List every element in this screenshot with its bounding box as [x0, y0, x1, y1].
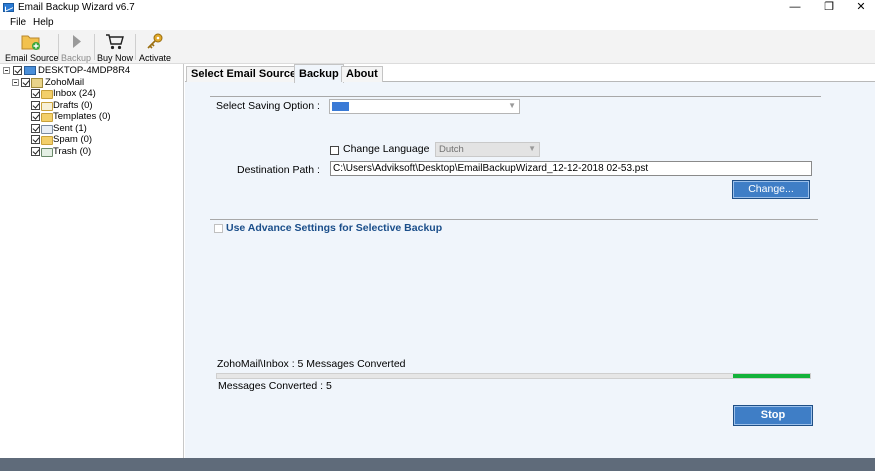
- advance-settings-label[interactable]: Use Advance Settings for Selective Backu…: [226, 222, 442, 234]
- toolbar: Email Source Backup Buy Now Activate: [0, 30, 875, 64]
- key-icon: [147, 33, 163, 49]
- tree-root[interactable]: DESKTOP-4MDP8R4: [3, 65, 183, 77]
- saving-option-select[interactable]: ▼: [329, 99, 520, 114]
- window-title: Email Backup Wizard v6.7: [18, 2, 135, 13]
- toolbar-divider: [58, 34, 59, 60]
- conversion-status-text: ZohoMail\Inbox : 5 Messages Converted: [217, 358, 406, 370]
- tree-account-checkbox[interactable]: [21, 78, 30, 87]
- email-source-button[interactable]: Email Source: [5, 32, 59, 64]
- advance-settings-checkbox[interactable]: [214, 224, 223, 233]
- stop-button[interactable]: Stop: [733, 405, 813, 426]
- toolbar-divider: [135, 34, 136, 60]
- tree-folder-spam[interactable]: Spam (0): [31, 134, 181, 146]
- chevron-down-icon: ▼: [528, 144, 536, 153]
- backup-button[interactable]: Backup: [60, 32, 92, 64]
- destination-path-label: Destination Path :: [237, 164, 320, 176]
- backup-tab-content: Select Saving Option : ▼ Change Language…: [185, 83, 875, 458]
- tab-about[interactable]: About: [341, 66, 383, 82]
- conversion-progress-bar: [216, 373, 811, 379]
- drafts-folder-icon: [41, 102, 53, 111]
- tree-root-label: DESKTOP-4MDP8R4: [38, 65, 131, 76]
- language-select-value: Dutch: [439, 144, 464, 155]
- tab-strip: Select Email Source Backup About: [185, 64, 875, 83]
- main-panel: Select Email Source Backup About Select …: [185, 64, 875, 458]
- tree-root-checkbox[interactable]: [13, 66, 22, 75]
- activate-button[interactable]: Activate: [138, 32, 172, 64]
- messages-converted-count: Messages Converted : 5: [218, 380, 332, 392]
- chevron-down-icon: ▼: [508, 101, 516, 110]
- menu-help[interactable]: Help: [33, 17, 54, 28]
- minimize-button[interactable]: —: [780, 0, 810, 16]
- spam-label: Spam (0): [53, 134, 93, 145]
- change-path-button[interactable]: Change...: [732, 180, 810, 199]
- templates-label: Templates (0): [53, 111, 111, 122]
- language-select[interactable]: Dutch ▼: [435, 142, 540, 157]
- collapse-icon[interactable]: [12, 79, 19, 86]
- buy-now-label: Buy Now: [97, 53, 134, 63]
- mailbox-icon: [31, 78, 43, 88]
- title-bar: Email Backup Wizard v6.7 — ❐ ✕: [0, 0, 875, 16]
- section-divider: [210, 219, 818, 220]
- menu-bar: File Help: [0, 16, 875, 30]
- tree-folder-trash[interactable]: Trash (0): [31, 146, 181, 158]
- sent-folder-icon: [41, 125, 53, 134]
- menu-file[interactable]: File: [10, 17, 26, 28]
- close-button[interactable]: ✕: [846, 0, 875, 16]
- play-arrow-icon: [73, 35, 81, 48]
- change-language-label: Change Language: [343, 143, 430, 155]
- buy-now-button[interactable]: Buy Now: [97, 32, 133, 64]
- trash-checkbox[interactable]: [31, 147, 40, 156]
- spam-checkbox[interactable]: [31, 135, 40, 144]
- inbox-folder-icon: [41, 90, 53, 99]
- trash-folder-icon: [41, 148, 53, 157]
- trash-label: Trash (0): [53, 146, 92, 157]
- collapse-icon[interactable]: [3, 67, 10, 74]
- app-email-icon: [3, 3, 14, 12]
- toolbar-divider: [94, 34, 95, 60]
- section-divider: [210, 96, 821, 97]
- templates-checkbox[interactable]: [31, 112, 40, 121]
- sent-checkbox[interactable]: [31, 124, 40, 133]
- folder-add-icon: [21, 35, 40, 50]
- tab-select-email-source[interactable]: Select Email Source: [186, 66, 302, 82]
- tab-backup[interactable]: Backup: [294, 64, 344, 83]
- inbox-label: Inbox (24): [53, 88, 96, 99]
- progress-fill: [733, 374, 810, 378]
- tree-folder-templates[interactable]: Templates (0): [31, 111, 181, 123]
- folder-tree: DESKTOP-4MDP8R4 ZohoMail Inbox (24) Draf…: [0, 64, 184, 458]
- change-language-checkbox[interactable]: [330, 146, 339, 155]
- taskbar-strip: [0, 458, 875, 471]
- maximize-button[interactable]: ❐: [814, 0, 844, 16]
- destination-path-input[interactable]: [330, 161, 812, 176]
- email-source-label: Email Source: [5, 53, 59, 63]
- spam-folder-icon: [41, 136, 53, 145]
- computer-icon: [24, 66, 36, 75]
- backup-label: Backup: [60, 53, 92, 63]
- shopping-cart-icon: [106, 34, 124, 50]
- drafts-checkbox[interactable]: [31, 101, 40, 110]
- saving-option-label: Select Saving Option :: [216, 100, 320, 112]
- saving-option-selected-value: [332, 102, 349, 111]
- tree-folder-inbox[interactable]: Inbox (24): [31, 88, 181, 100]
- activate-label: Activate: [138, 53, 171, 63]
- templates-folder-icon: [41, 113, 53, 122]
- inbox-checkbox[interactable]: [31, 89, 40, 98]
